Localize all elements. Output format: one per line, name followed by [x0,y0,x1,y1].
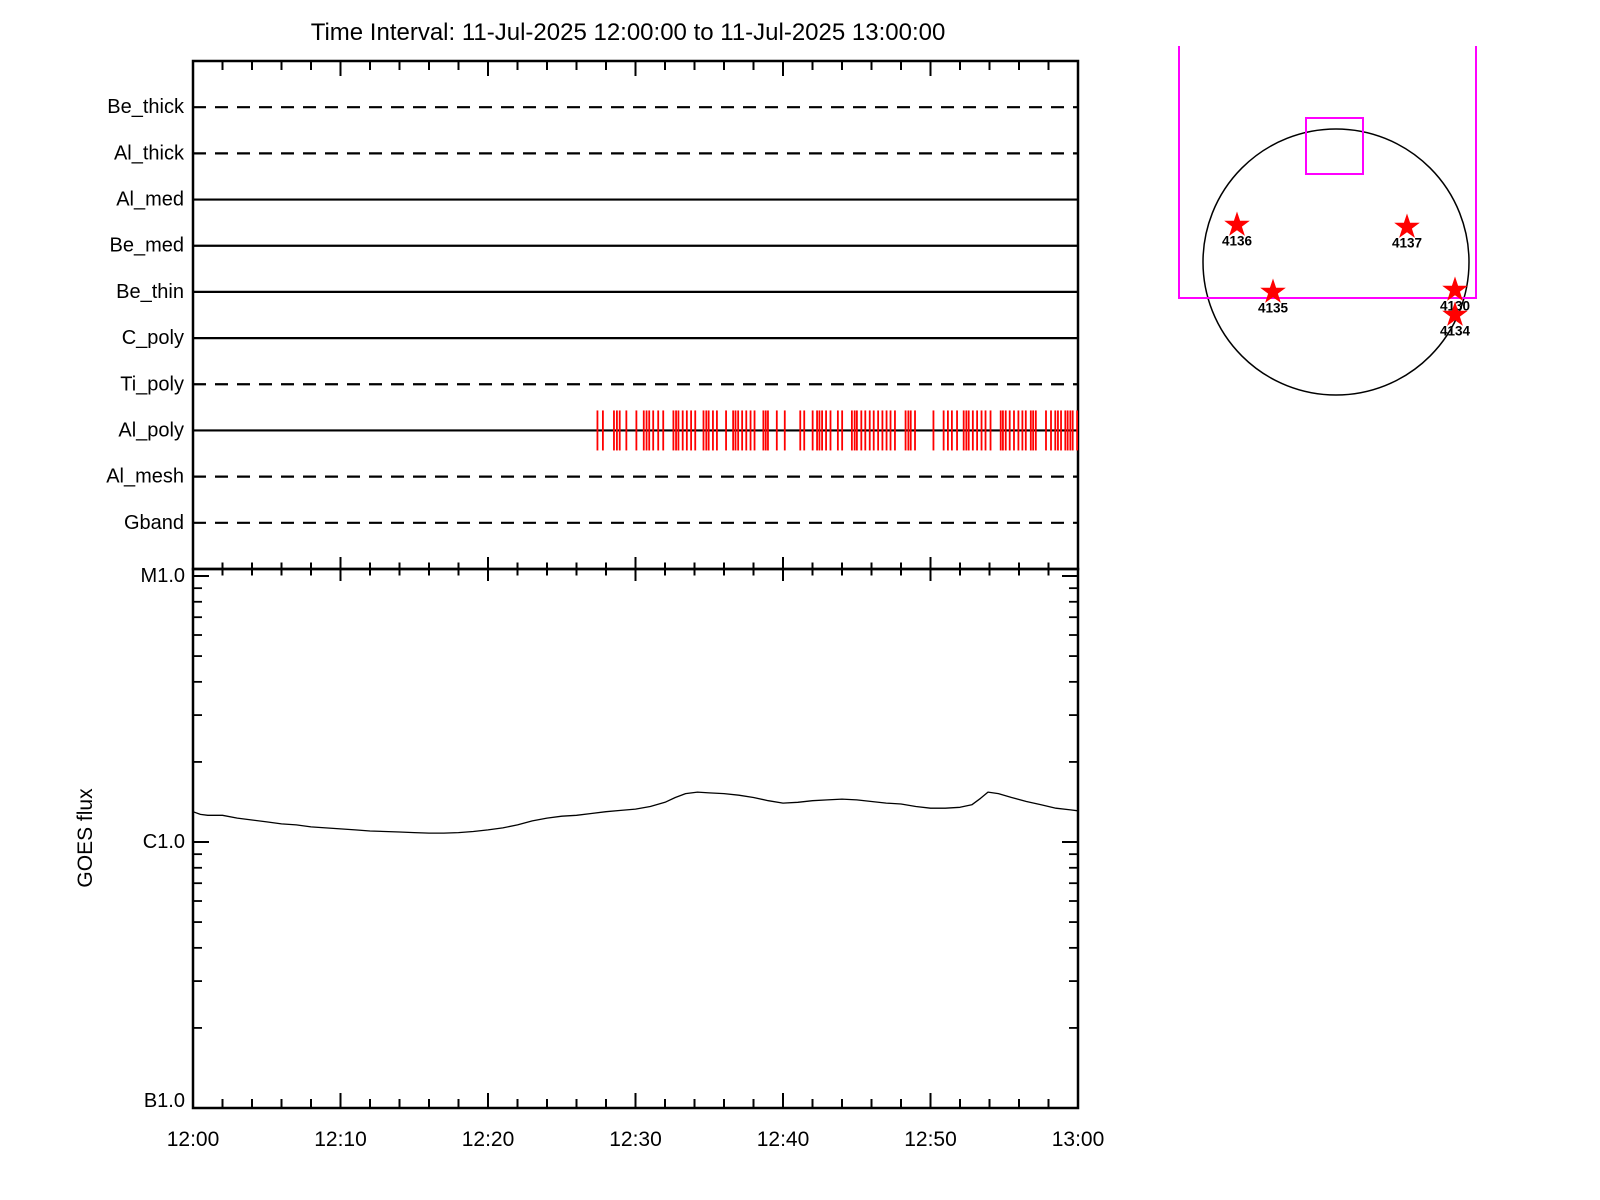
filter-label-Al_poly: Al_poly [118,419,184,441]
screenshot-root: Time Interval: 11-Jul-2025 12:00:00 to 1… [0,0,1600,1200]
goes-y-tick-label: C1.0 [143,831,185,853]
filter-label-Al_thick: Al_thick [114,142,185,164]
filter-label-Gband: Gband [124,512,184,534]
goes-panel-border [191,567,1080,1110]
goes-flux-panel: M1.0 C1.0 B1.0 12:00 12:10 12:20 12:30 12:40 12:… [74,565,1104,1151]
goes-x-tick-label: 12:30 [609,1128,662,1151]
goes-x-tick-label: 12:10 [314,1128,367,1151]
filter-label-C_poly: C_poly [122,327,184,349]
active-region-star-icon [1260,278,1286,303]
filter-label-Ti_poly: Ti_poly [120,373,184,395]
goes-y-tick-label: B1.0 [144,1090,185,1112]
goes-y-tick-label: M1.0 [141,565,185,587]
goes-x-tick-label: 13:00 [1052,1128,1105,1151]
goes-flux-curve [192,791,1079,834]
goes-x-tick-label: 12:40 [757,1128,810,1151]
filter-label-Be_thin: Be_thin [116,281,184,303]
filter-label-Al_med: Al_med [116,189,184,211]
goes-x-tick-label: 12:00 [167,1128,220,1151]
solar-limb-circle [1202,128,1470,396]
xrt-goes-observation-plot: Time Interval: 11-Jul-2025 12:00:00 to 1… [74,19,1477,1151]
active-region-label: 4136 [1222,234,1253,249]
filter-label-Be_med: Be_med [110,235,185,257]
target-pointing-box [1305,117,1364,175]
solar-disk-map: 41364137413541304134 [1178,46,1477,396]
xrt-panel-border [191,59,1080,571]
xrt-filter-timeline-panel: Be_thick Al_thick Al_med Be_med Be_thin C_pol… [106,59,1080,581]
page-title: Time Interval: 11-Jul-2025 12:00:00 to 1… [311,19,946,46]
active-region-label: 4135 [1258,301,1289,316]
active-region-star-icon [1394,213,1420,238]
active-region-star-icon [1224,211,1250,236]
goes-ylabel: GOES flux [74,788,97,888]
goes-x-tick-label: 12:50 [904,1128,957,1151]
active-region-label: 4137 [1392,236,1422,251]
fov-outline [1178,46,1477,299]
filter-label-Al_mesh: Al_mesh [106,466,184,488]
filter-label-Be_thick: Be_thick [107,96,185,118]
goes-x-tick-label: 12:20 [462,1128,515,1151]
active-region-label: 4134 [1440,324,1471,339]
